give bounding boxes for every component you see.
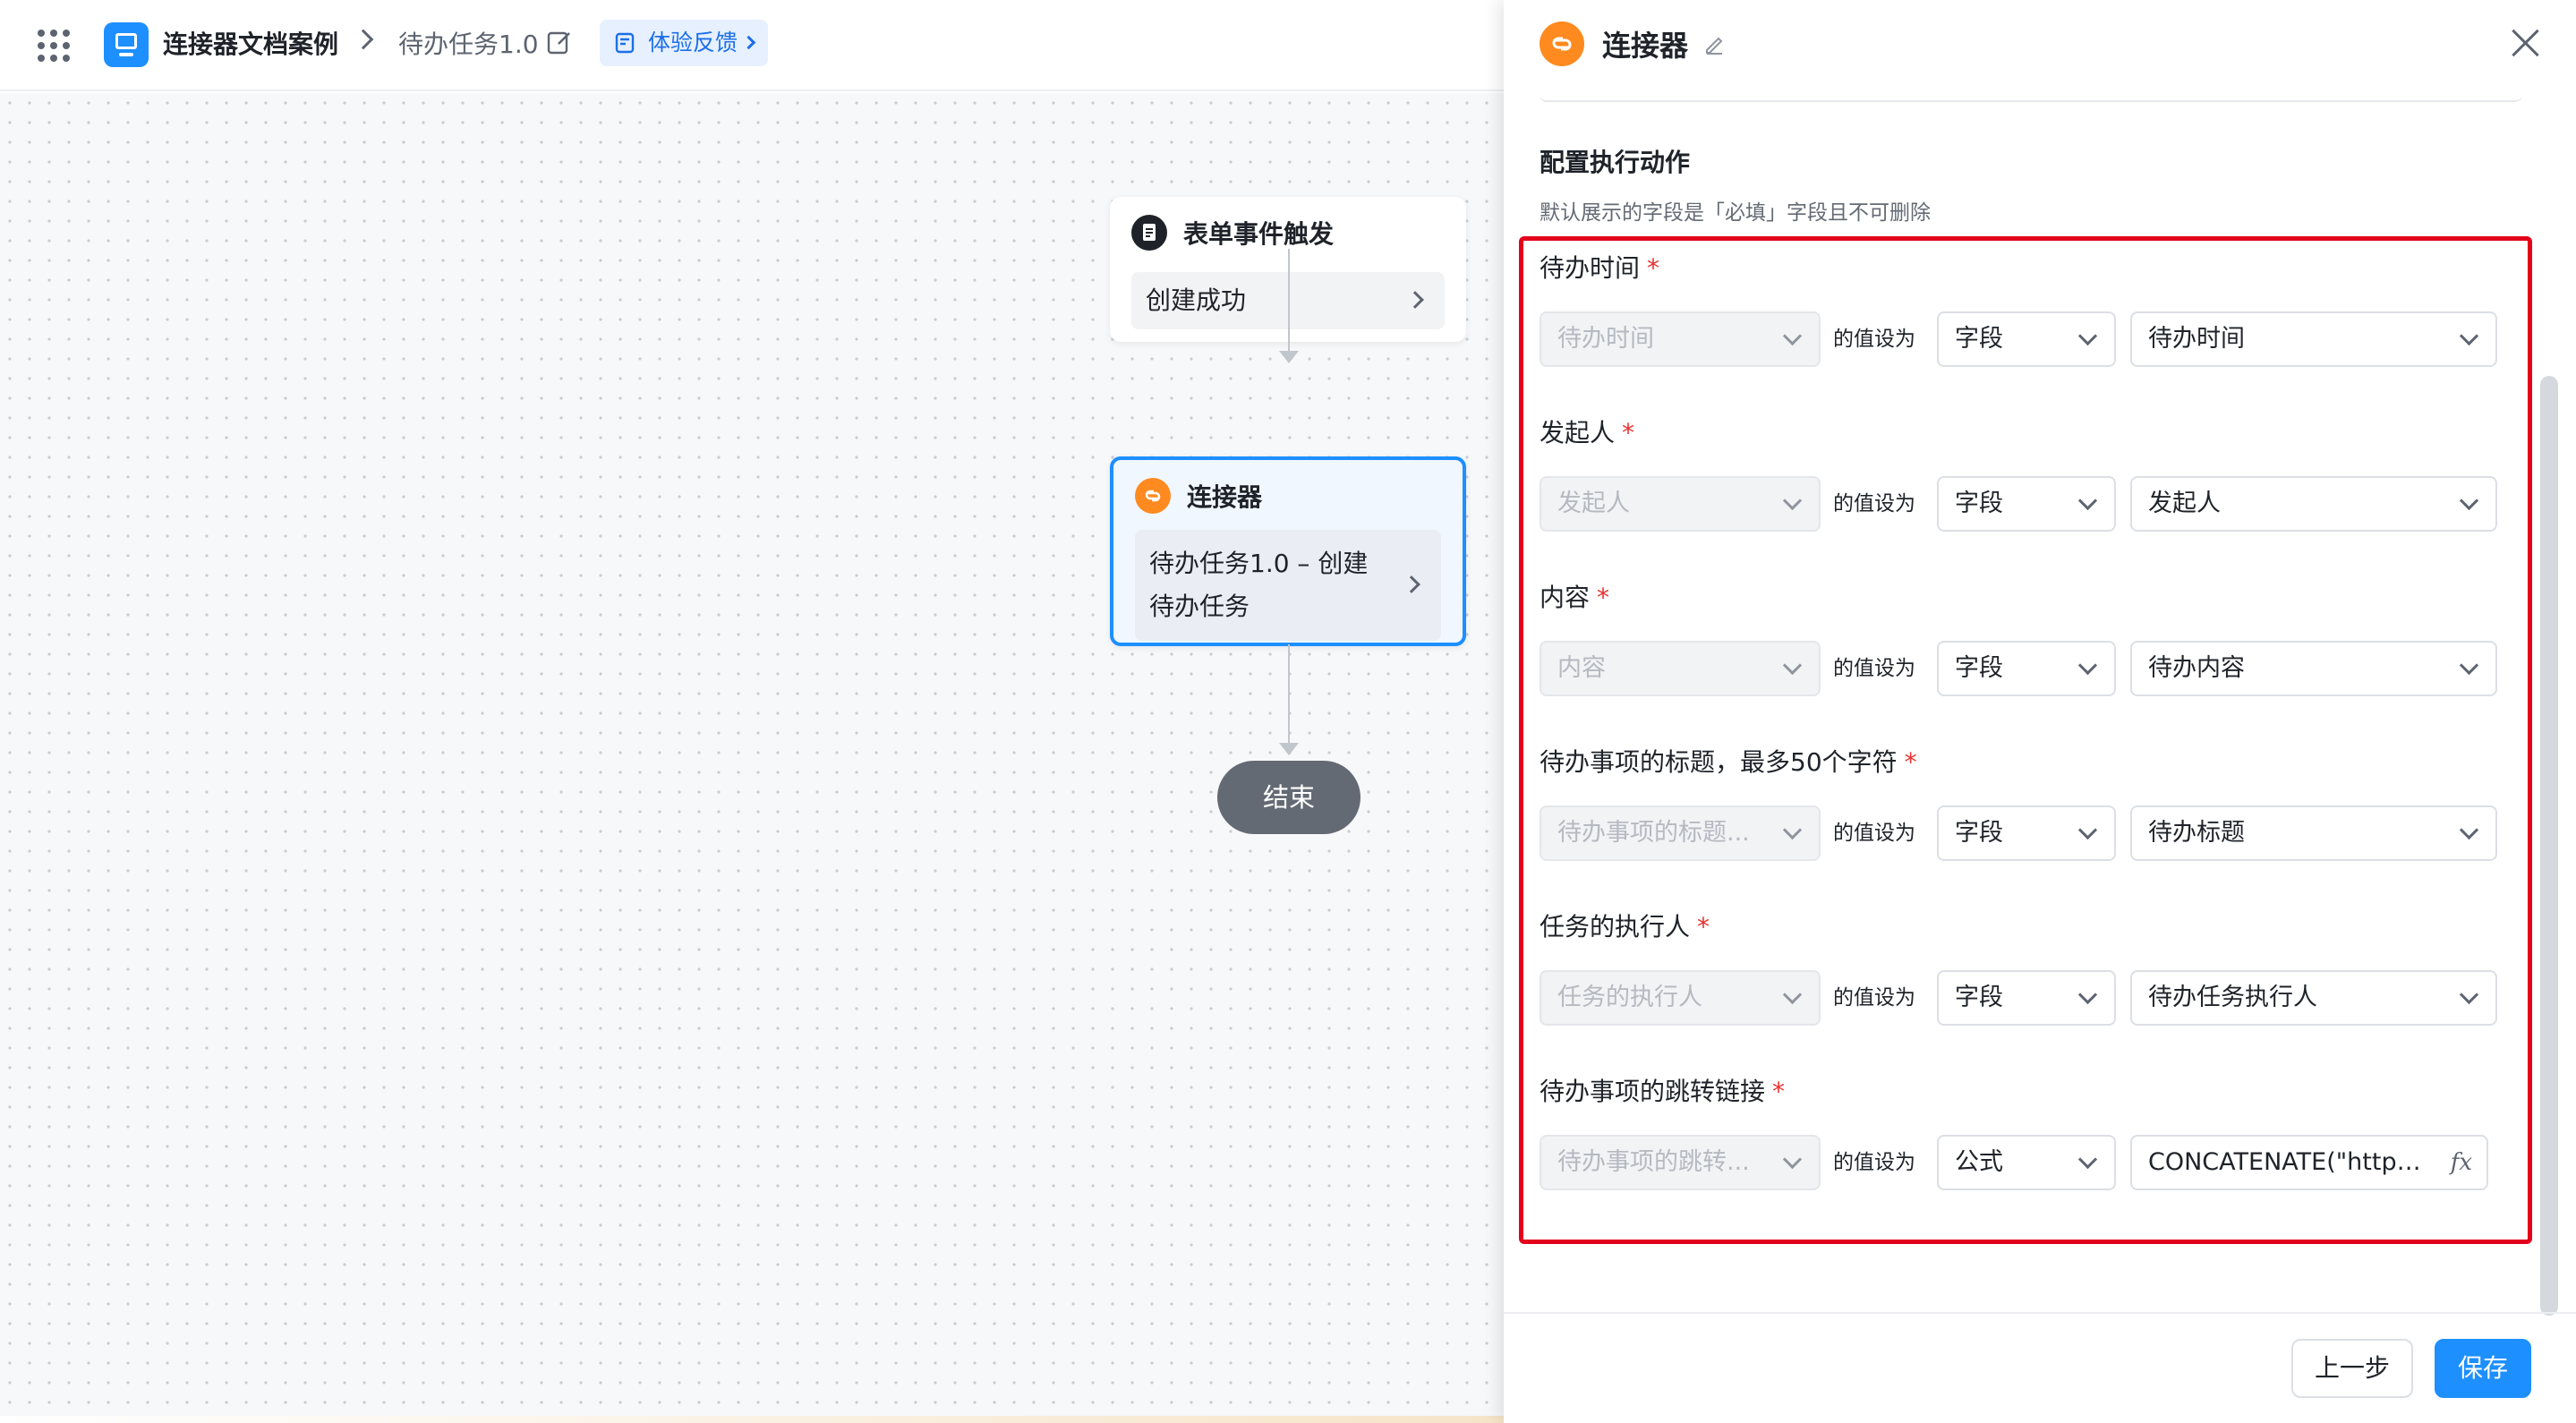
section-description: 默认展示的字段是「必填」字段且不可删除 xyxy=(1540,201,1931,225)
target-field-select: 发起人 xyxy=(1540,476,1821,532)
target-field-select: 待办事项的跳转... xyxy=(1540,1135,1821,1190)
trigger-node-event-label: 创建成功 xyxy=(1146,285,1247,315)
save-button[interactable]: 保存 xyxy=(2435,1339,2531,1398)
target-field-select: 内容 xyxy=(1540,641,1821,696)
trigger-node-title: 表单事件触发 xyxy=(1183,219,1335,249)
flow-edge xyxy=(1279,644,1299,755)
bottom-strip xyxy=(0,1416,1504,1423)
close-icon[interactable] xyxy=(2508,25,2544,61)
chevron-right-icon xyxy=(741,35,756,50)
field-label: 任务的执行人 * xyxy=(1540,912,1710,942)
set-as-label: 的值设为 xyxy=(1833,822,1915,845)
set-as-label: 的值设为 xyxy=(1833,986,1915,1010)
formula-input[interactable]: CONCATENATE("https:/, fx xyxy=(2130,1135,2488,1190)
form-document-icon xyxy=(1131,215,1167,251)
set-as-label: 的值设为 xyxy=(1833,492,1915,516)
flow-canvas[interactable]: 表单事件触发 创建成功 连接器 待办任务1.0 – 创建待办任务 结束 xyxy=(0,93,1504,1423)
edit-icon[interactable] xyxy=(546,29,573,55)
chevron-down-icon xyxy=(1782,490,1803,511)
section-title: 配置执行动作 xyxy=(1540,148,1691,177)
target-field-select: 待办时间 xyxy=(1540,311,1821,367)
connector-node-action-label: 待办任务1.0 – 创建待办任务 xyxy=(1149,549,1369,621)
field-label: 内容 * xyxy=(1540,583,1610,612)
target-field-select: 待办事项的标题... xyxy=(1540,805,1821,861)
chevron-down-icon xyxy=(2077,984,2098,1005)
chevron-down-icon xyxy=(2077,326,2098,346)
connector-node[interactable]: 连接器 待办任务1.0 – 创建待办任务 xyxy=(1110,456,1466,646)
flow-edge xyxy=(1279,249,1299,363)
chevron-down-icon xyxy=(1782,984,1803,1005)
chevron-down-icon xyxy=(2077,490,2098,511)
field-label: 待办时间 * xyxy=(1540,253,1660,283)
app-logo-icon xyxy=(104,22,149,67)
top-bar: 连接器文档案例 待办任务1.0 体验反馈 xyxy=(0,0,1504,91)
feedback-label: 体验反馈 xyxy=(648,30,738,55)
panel-scrollbar[interactable] xyxy=(2540,376,2558,1316)
chevron-down-icon xyxy=(2077,820,2098,840)
value-mode-select[interactable]: 字段 xyxy=(1937,641,2116,696)
feedback-icon xyxy=(615,32,635,54)
panel-title: 连接器 xyxy=(1602,29,1689,63)
connector-config-panel: 连接器 配置执行动作 默认展示的字段是「必填」字段且不可删除 待办时间 * 待办时… xyxy=(1504,0,2576,1423)
chevron-down-icon xyxy=(2459,655,2479,676)
set-as-label: 的值设为 xyxy=(1833,1151,1915,1174)
value-source-select[interactable]: 待办内容 xyxy=(2130,641,2497,696)
value-source-select[interactable]: 待办标题 xyxy=(2130,805,2497,861)
value-mode-select[interactable]: 公式 xyxy=(1937,1135,2116,1190)
chevron-down-icon xyxy=(1782,326,1803,346)
connector-node-action[interactable]: 待办任务1.0 – 创建待办任务 xyxy=(1135,530,1441,641)
breadcrumb-page-name[interactable]: 待办任务1.0 xyxy=(398,27,539,63)
chevron-down-icon xyxy=(2077,1149,2098,1170)
previous-step-button[interactable]: 上一步 xyxy=(2291,1339,2413,1398)
feedback-button[interactable]: 体验反馈 xyxy=(600,20,769,66)
chevron-down-icon xyxy=(2459,984,2479,1005)
target-field-select: 任务的执行人 xyxy=(1540,970,1821,1026)
field-label: 发起人 * xyxy=(1540,418,1635,447)
set-as-label: 的值设为 xyxy=(1833,657,1915,680)
value-source-select[interactable]: 待办任务执行人 xyxy=(2130,970,2497,1026)
chevron-down-icon xyxy=(1782,1149,1803,1170)
rename-pencil-icon[interactable] xyxy=(1702,32,1726,55)
connector-node-title: 连接器 xyxy=(1187,482,1263,512)
collapsed-section-edge xyxy=(1540,93,2522,102)
chevron-down-icon xyxy=(2459,820,2479,840)
chevron-right-icon xyxy=(1403,575,1420,593)
value-mode-select[interactable]: 字段 xyxy=(1937,805,2116,861)
connector-icon xyxy=(1540,21,1584,66)
chevron-right-icon xyxy=(353,29,374,50)
formula-fx-icon[interactable]: fx xyxy=(2451,1149,2472,1176)
chevron-down-icon xyxy=(2459,490,2479,511)
panel-footer-divider xyxy=(1504,1312,2576,1314)
end-node[interactable]: 结束 xyxy=(1217,761,1361,834)
value-mode-select[interactable]: 字段 xyxy=(1937,970,2116,1026)
chevron-down-icon xyxy=(1782,655,1803,676)
value-mode-select[interactable]: 字段 xyxy=(1937,311,2116,367)
value-mode-select[interactable]: 字段 xyxy=(1937,476,2116,532)
chevron-down-icon xyxy=(2459,326,2479,346)
set-as-label: 的值设为 xyxy=(1833,328,1915,351)
field-label: 待办事项的跳转链接 * xyxy=(1540,1077,1786,1106)
chevron-right-icon xyxy=(1406,291,1424,309)
chevron-down-icon xyxy=(2077,655,2098,676)
value-source-select[interactable]: 待办时间 xyxy=(2130,311,2497,367)
value-source-select[interactable]: 发起人 xyxy=(2130,476,2497,532)
breadcrumb-app-name[interactable]: 连接器文档案例 xyxy=(163,27,338,63)
field-label: 待办事项的标题，最多50个字符 * xyxy=(1540,747,1917,777)
chevron-down-icon xyxy=(1782,820,1803,840)
app-grid-icon[interactable] xyxy=(38,30,70,62)
connector-icon xyxy=(1135,478,1171,514)
